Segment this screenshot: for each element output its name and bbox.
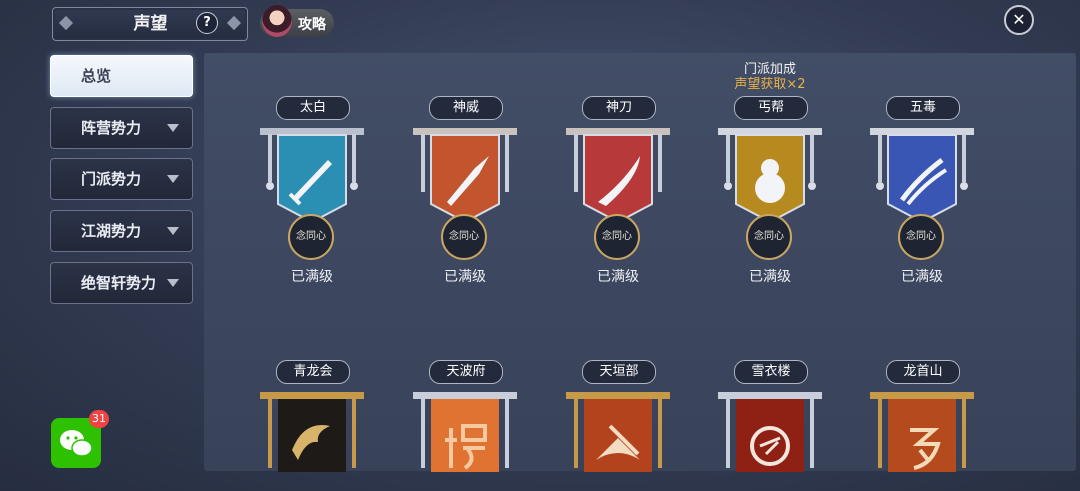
notification-badge: 31: [89, 410, 109, 428]
help-button[interactable]: ?: [196, 12, 218, 34]
faction-status: 已满级: [901, 269, 943, 285]
gourd-icon: [718, 128, 822, 224]
sidebar-item-sect[interactable]: 门派势力: [50, 158, 193, 200]
sidebar-item-label: 绝智轩势力: [81, 274, 157, 292]
sidebar-item-label: 江湖势力: [81, 222, 142, 240]
blade-icon: [566, 128, 670, 224]
sect-bonus-note: 门派加成 声望获取×2: [700, 62, 840, 92]
sidebar-item-label: 阵营势力: [81, 119, 142, 137]
faction-status: 已满级: [444, 269, 486, 285]
faction-status: 已满级: [597, 269, 639, 285]
bonus-value: 声望获取×2: [734, 77, 806, 92]
medal-badge: 念同心: [898, 214, 944, 260]
dragon-icon: [260, 392, 364, 472]
script-glyph-icon: [870, 392, 974, 472]
chevron-down-icon: [167, 175, 179, 183]
sidebar-item-label: 门派势力: [81, 170, 142, 188]
sidebar-item-label: 总览: [81, 67, 112, 85]
sword-icon: [260, 128, 364, 224]
faction-status: 已满级: [291, 269, 333, 285]
claw-icon: [870, 128, 974, 224]
guide-avatar[interactable]: [262, 5, 292, 37]
medal-badge: 念同心: [594, 214, 640, 260]
faction-status: 已满级: [749, 269, 791, 285]
page-title: 声望: [133, 14, 168, 34]
guide-label[interactable]: 攻略: [298, 14, 326, 34]
sidebar-item-juezhixuan[interactable]: 绝智轩势力: [50, 262, 193, 304]
circle-emblem-icon: [718, 392, 822, 472]
sidebar-item-overview[interactable]: 总览: [50, 55, 193, 97]
medal-badge: 念同心: [441, 214, 487, 260]
medal-badge: 念同心: [288, 214, 334, 260]
close-button[interactable]: ✕: [1004, 5, 1034, 35]
medal-badge: 念同心: [746, 214, 792, 260]
sidebar-item-camp[interactable]: 阵营势力: [50, 107, 193, 149]
sidebar-item-jianghu[interactable]: 江湖势力: [50, 210, 193, 252]
chevron-down-icon: [167, 124, 179, 132]
bonus-title: 门派加成: [743, 62, 796, 77]
title-bar: 声望: [52, 7, 248, 41]
yang-glyph-icon: [413, 392, 517, 472]
fan-icon: [566, 392, 670, 472]
chevron-down-icon: [167, 279, 179, 287]
chevron-down-icon: [167, 227, 179, 235]
spear-icon: [413, 128, 517, 224]
